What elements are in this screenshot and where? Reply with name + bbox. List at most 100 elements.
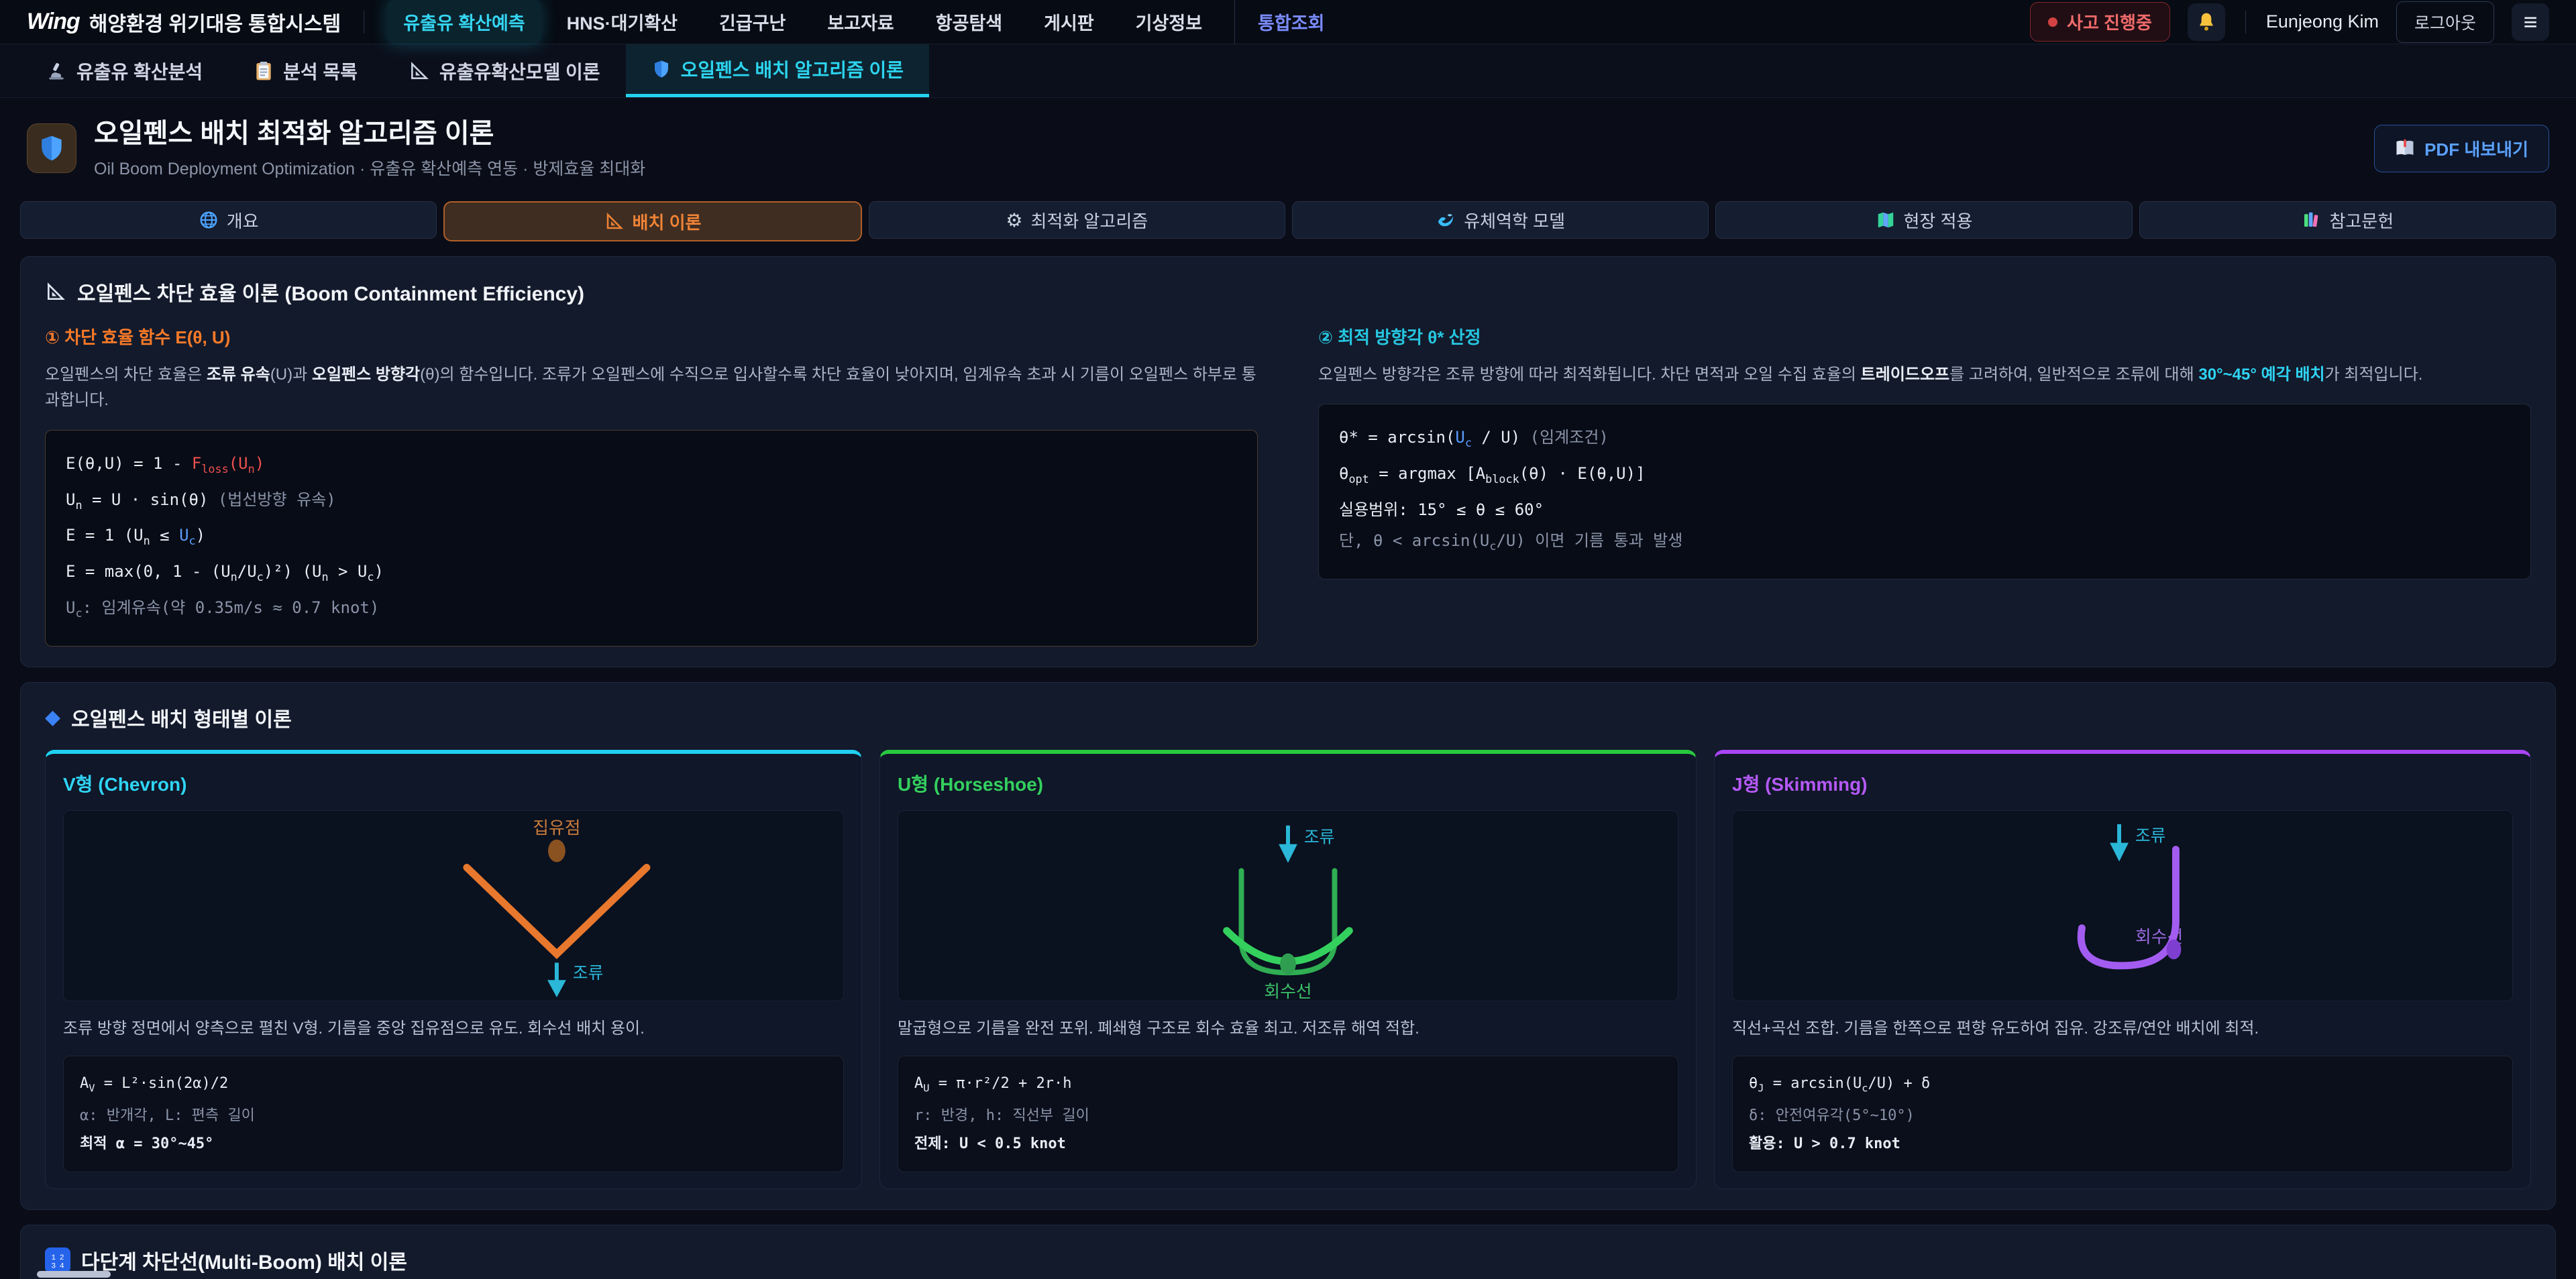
tab-label: 분석 목록 (283, 58, 358, 85)
nav-item-oil-spill-prediction[interactable]: 유출유 확산예측 (387, 0, 541, 44)
hamburger-icon: ≡ (2523, 8, 2537, 36)
subsection-title: ② 최적 방향각 θ* 산정 (1318, 324, 2531, 349)
u-shape-svg: 조류 회수선 (898, 811, 1678, 1001)
top-navbar: Wing 해양환경 위기대응 통합시스템 유출유 확산예측 HNS·대기확산 긴… (0, 0, 2576, 44)
formula-line: E = 1 (Un ≤ Uc) (66, 520, 1237, 556)
formula-line: E(θ,U) = 1 - Floss(Un) (66, 448, 1237, 484)
shape-desc: 말굽형으로 기름을 완전 포위. 폐쇄형 구조로 회수 효율 최고. 저조류 해… (898, 1016, 1678, 1041)
card-heading: 1 2 3 4 다단계 차단선(Multi-Boom) 배치 이론 (45, 1245, 2531, 1275)
clipboard-icon (254, 60, 274, 82)
shape-title: J형 (Skimming) (1732, 770, 2513, 797)
divider (2245, 11, 2246, 34)
subsection-desc: 오일펜스의 차단 효율은 조류 유속(U)과 오일펜스 방향각(θ)의 함수입니… (45, 362, 1258, 414)
horizontal-scrollbar-thumb[interactable] (37, 1271, 111, 1278)
gear-icon: ⚙ (1006, 209, 1022, 231)
shape-card-u-horseshoe: U형 (Horseshoe) 조류 회수선 말굽형으로 기름을 완전 포위. 폐… (879, 750, 1697, 1190)
bell-icon (2196, 11, 2217, 33)
menu-button[interactable]: ≡ (2512, 3, 2549, 41)
containment-efficiency-card: 오일펜스 차단 효율 이론 (Boom Containment Efficien… (20, 256, 2556, 667)
section-tab-label: 개요 (227, 208, 259, 233)
formula-line: AV = L²·sin(2α)/2 (80, 1070, 827, 1102)
efficiency-columns: ① 차단 효율 함수 E(θ, U) 오일펜스의 차단 효율은 조류 유속(U)… (45, 324, 2531, 647)
microscope-icon (46, 60, 67, 82)
tab-diffusion-model-theory[interactable]: 유출유확산모델 이론 (383, 44, 626, 97)
formula-line: 단, θ < arcsin(Uc/U) 이면 기름 통과 발생 (1339, 525, 2510, 561)
top-right-controls: 사고 진행중 Eunjeong Kim 로그아웃 ≡ (2030, 1, 2549, 43)
notifications-button[interactable] (2188, 3, 2225, 41)
multi-boom-card: 1 2 3 4 다단계 차단선(Multi-Boom) 배치 이론 단일 오일펜… (20, 1225, 2556, 1279)
map-icon (1876, 210, 1896, 230)
card-title: 오일펜스 배치 형태별 이론 (71, 703, 292, 732)
shield-icon (37, 133, 66, 164)
shape-formula-block: AU = π·r²/2 + 2r·h r: 반경, h: 직선부 길이 전제: … (898, 1056, 1678, 1172)
formula-line: α: 반개각, L: 편측 길이 (80, 1102, 827, 1130)
logout-button[interactable]: 로그아웃 (2396, 1, 2494, 43)
shape-cards-row: V형 (Chevron) 집유점 조류 조류 방향 정면에서 양측으로 펼친 V… (45, 750, 2531, 1190)
formula-line: 전제: U < 0.5 knot (914, 1130, 1662, 1158)
formula-line: 최적 α = 30°~45° (80, 1130, 827, 1158)
shape-desc: 조류 방향 정면에서 양측으로 펼친 V형. 기름을 중앙 집유점으로 유도. … (63, 1016, 844, 1041)
nav-item-board[interactable]: 게시판 (1028, 0, 1110, 44)
nav-item-integrated-search[interactable]: 통합조회 (1234, 0, 1340, 44)
set-square-icon (604, 211, 625, 231)
nav-item-rescue[interactable]: 긴급구난 (703, 0, 802, 44)
recovery-vessel-dot (2167, 939, 2182, 959)
section-tab-hydrodynamic-model[interactable]: 유체역학 모델 (1292, 201, 1709, 239)
section-tab-references[interactable]: 참고문헌 (2139, 201, 2556, 239)
nav-item-aerial-search[interactable]: 항공탐색 (920, 0, 1018, 44)
numbers-grid-icon: 1 2 3 4 (48, 1250, 68, 1270)
main-nav: 유출유 확산예측 HNS·대기확산 긴급구난 보고자료 항공탐색 게시판 기상정… (387, 0, 1340, 44)
sub-tabbar: 유출유 확산분석 분석 목록 유출유확산모델 이론 (0, 44, 2576, 98)
tab-analysis-list[interactable]: 분석 목록 (228, 44, 383, 97)
formula-line: r: 반경, h: 직선부 길이 (914, 1102, 1662, 1130)
formula-line: θ* = arcsin(Uc / U) (임계조건) (1339, 422, 2510, 458)
shield-icon (651, 58, 672, 80)
formula-line: 활용: U > 0.7 knot (1749, 1130, 2496, 1158)
formula-line: θopt = argmax [Ablock(θ) · E(θ,U)] (1339, 458, 2510, 494)
recovery-vessel-label: 회수선 (1264, 982, 1311, 1001)
set-square-icon (45, 281, 66, 302)
formula-line: Uc: 임계유속(약 0.35m/s ≈ 0.7 knot) (66, 592, 1237, 628)
card-title: 다단계 차단선(Multi-Boom) 배치 이론 (81, 1245, 407, 1275)
nav-item-reports[interactable]: 보고자료 (811, 0, 910, 44)
tab-boom-algorithm-theory[interactable]: 오일펜스 배치 알고리즘 이론 (626, 44, 929, 97)
current-arrow-head (547, 980, 566, 997)
set-square-icon (409, 60, 430, 82)
subsection-desc: 오일펜스 방향각은 조류 방향에 따라 최적화됩니다. 차단 면적과 오일 수집… (1318, 362, 2531, 388)
collection-point-dot (548, 839, 566, 862)
u-shape-diagram: 조류 회수선 (898, 810, 1678, 1001)
shape-formula-block: AV = L²·sin(2α)/2 α: 반개각, L: 편측 길이 최적 α … (63, 1056, 844, 1172)
svg-text:3: 3 (51, 1263, 56, 1271)
section-tab-overview[interactable]: 개요 (20, 201, 437, 239)
shape-title: U형 (Horseshoe) (898, 770, 1678, 797)
j-shape-svg: 조류 회수선 (1733, 811, 2512, 1001)
globe-icon (199, 210, 219, 230)
subsection-title: ① 차단 효율 함수 E(θ, U) (45, 324, 1258, 349)
shape-formula-block: θJ = arcsin(Uc/U) + δ δ: 안전여유각(5°~10°) 활… (1732, 1056, 2513, 1172)
status-dot-icon (2048, 17, 2057, 27)
efficiency-right-column: ② 최적 방향각 θ* 산정 오일펜스 방향각은 조류 방향에 따라 최적화됩니… (1318, 324, 2531, 647)
tab-spill-analysis[interactable]: 유출유 확산분석 (20, 44, 228, 97)
nav-item-hns[interactable]: HNS·대기확산 (551, 0, 694, 44)
shape-title: V형 (Chevron) (63, 770, 844, 797)
card-heading: 오일펜스 차단 효율 이론 (Boom Containment Efficien… (45, 277, 2531, 307)
section-tab-deployment-theory[interactable]: 배치 이론 (443, 201, 861, 241)
v-shape-svg: 집유점 조류 (64, 811, 843, 1001)
diamond-icon: ◆ (45, 706, 60, 729)
nav-item-weather[interactable]: 기상정보 (1120, 0, 1218, 44)
incident-status-label: 사고 진행중 (2067, 9, 2152, 34)
current-arrow-head (1279, 844, 1297, 863)
numbers-icon: 1 2 3 4 (45, 1247, 70, 1273)
formula-line: δ: 안전여유각(5°~10°) (1749, 1102, 2496, 1130)
pdf-export-label: PDF 내보내기 (2424, 136, 2528, 161)
page-icon-box (27, 123, 76, 173)
pdf-export-button[interactable]: PDF 내보내기 (2374, 125, 2549, 172)
section-tab-optimization-algorithm[interactable]: ⚙ 최적화 알고리즘 (869, 201, 1285, 239)
current-label: 조류 (2135, 827, 2166, 845)
tab-label: 유출유확산모델 이론 (439, 58, 600, 85)
section-tab-label: 현장 적용 (1904, 208, 1973, 233)
tab-label: 유출유 확산분석 (76, 58, 203, 85)
formula-block-efficiency: E(θ,U) = 1 - Floss(Un) Un = U · sin(θ) (… (45, 430, 1258, 647)
section-tab-label: 참고문헌 (2329, 208, 2394, 233)
section-tab-field-application[interactable]: 현장 적용 (1715, 201, 2132, 239)
